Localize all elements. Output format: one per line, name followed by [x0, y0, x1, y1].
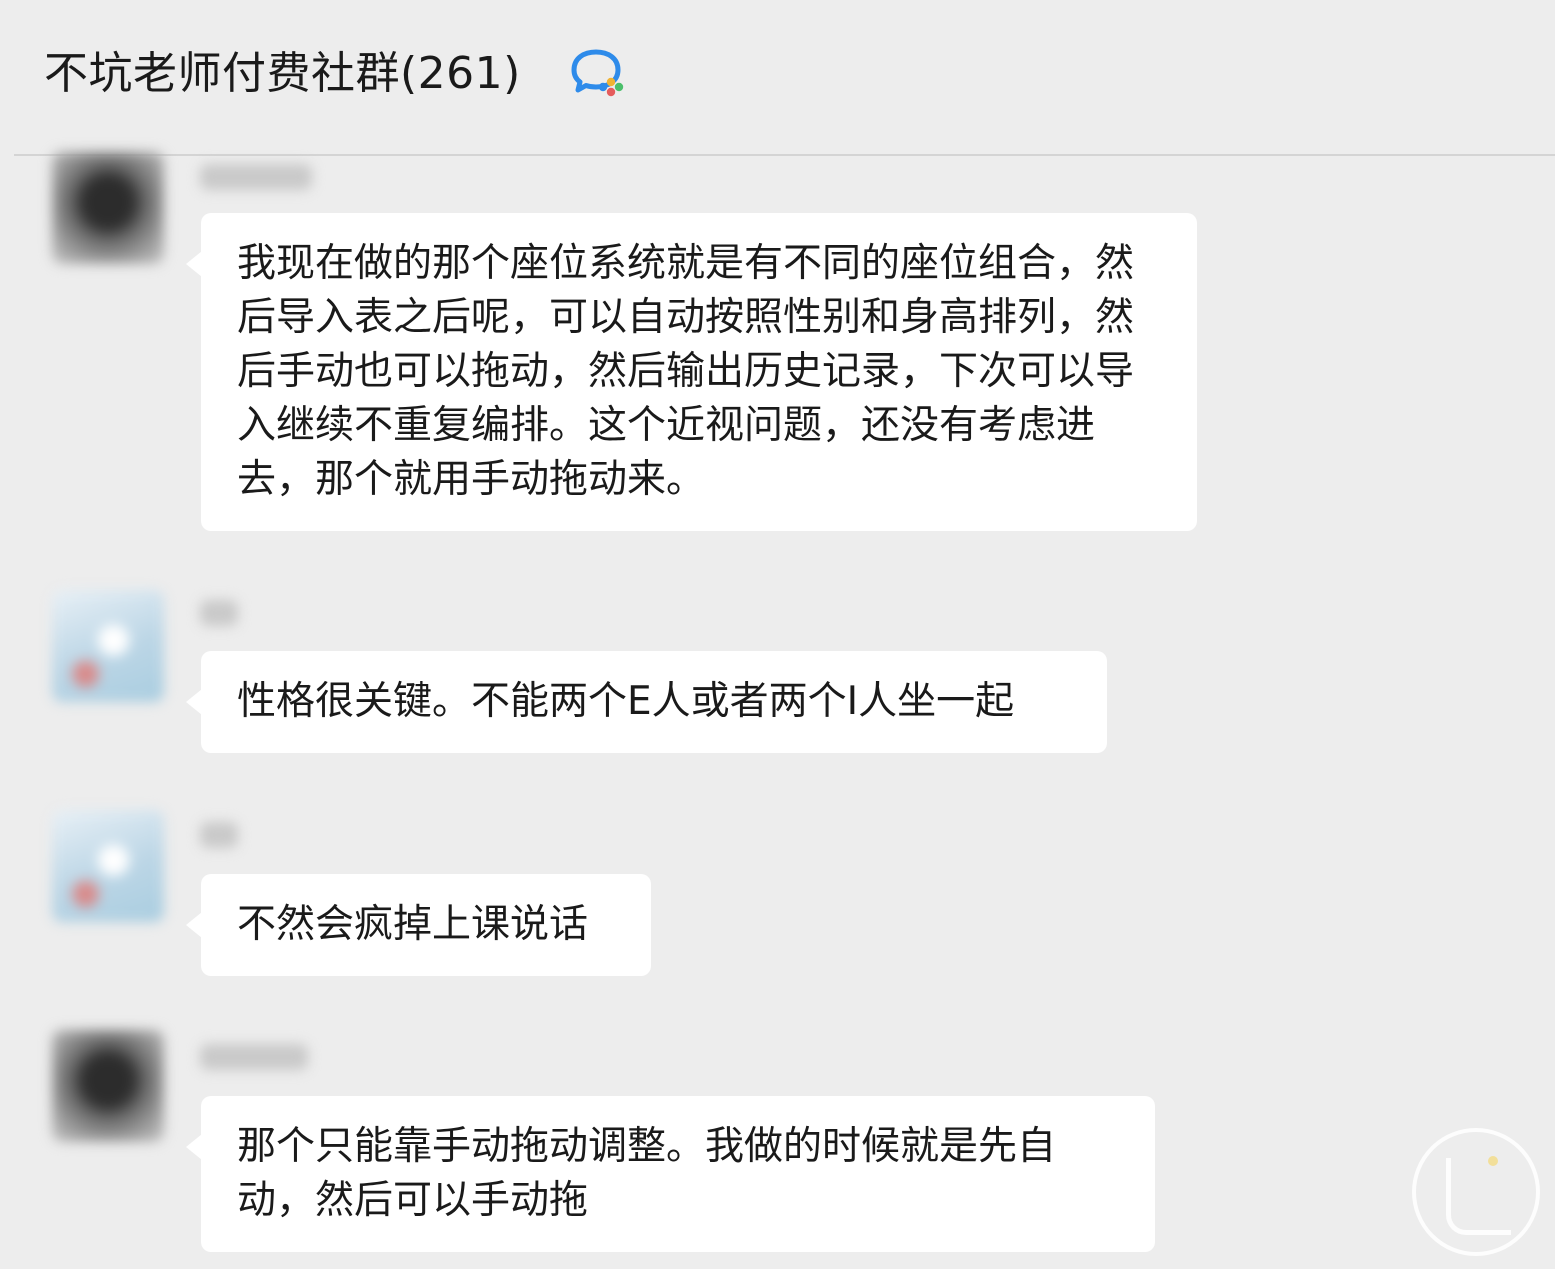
avatar[interactable]: [52, 152, 164, 264]
watermark-dot: [1488, 1156, 1498, 1166]
chat-header: 不坑老师付费社群(261): [0, 0, 1555, 155]
header-divider: [14, 154, 1555, 156]
watermark-mark: [1446, 1158, 1511, 1235]
avatar[interactable]: [52, 1030, 164, 1142]
message-bubble[interactable]: 那个只能靠手动拖动调整。我做的时候就是先自动，然后可以手动拖: [186, 1096, 1155, 1252]
message-text: 我现在做的那个座位系统就是有不同的座位组合，然后导入表之后呢，可以自动按照性别和…: [237, 241, 1135, 502]
chat-title[interactable]: 不坑老师付费社群(261): [44, 44, 521, 104]
sender-name-redacted: [200, 822, 238, 848]
sender-name-redacted: [200, 164, 312, 190]
message-text: 性格很关键。不能两个E人或者两个I人坐一起: [237, 679, 1015, 724]
sender-name-redacted: [200, 1044, 308, 1070]
message-bubble[interactable]: 不然会疯掉上课说话: [186, 874, 651, 976]
sender-name-redacted: [200, 600, 238, 626]
watermark-logo-icon: [1412, 1128, 1540, 1256]
message-text: 不然会疯掉上课说话: [237, 902, 589, 947]
avatar[interactable]: [52, 810, 164, 922]
group-chat-icon[interactable]: [568, 48, 630, 98]
message-bubble[interactable]: 我现在做的那个座位系统就是有不同的座位组合，然后导入表之后呢，可以自动按照性别和…: [186, 213, 1197, 531]
message-bubble[interactable]: 性格很关键。不能两个E人或者两个I人坐一起: [186, 651, 1107, 753]
message-text: 那个只能靠手动拖动调整。我做的时候就是先自动，然后可以手动拖: [237, 1124, 1057, 1223]
avatar[interactable]: [52, 590, 164, 702]
